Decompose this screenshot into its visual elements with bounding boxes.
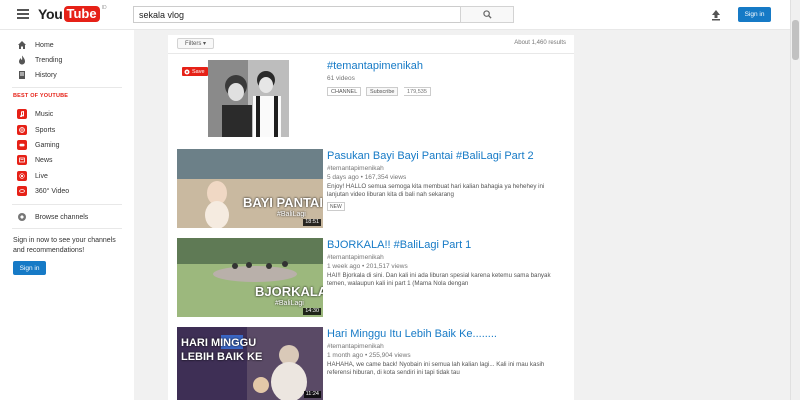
thumbnail-hashtag: #BaliLagi bbox=[277, 211, 306, 218]
result-title[interactable]: #temantapimenikah bbox=[327, 60, 423, 72]
sidebar-item-home[interactable]: Home bbox=[0, 38, 134, 52]
news-icon bbox=[17, 155, 27, 165]
result-meta: 5 days ago • 167,354 views bbox=[327, 174, 407, 181]
playlist-thumbnail[interactable] bbox=[208, 60, 289, 137]
search-bar bbox=[133, 6, 514, 23]
playlist-photo bbox=[208, 60, 289, 137]
masthead: You Tube ID Sign in bbox=[0, 0, 800, 30]
video-duration: 11:24 bbox=[303, 391, 321, 398]
video-thumbnail[interactable]: BAYI PANTAI #BaliLagi 18:51 bbox=[177, 149, 323, 228]
filters-button[interactable]: Filters ▾ bbox=[177, 38, 214, 49]
result-description: Enjoy! HALLO semua semoga kita membuat h… bbox=[327, 183, 545, 198]
scrollbar-thumb[interactable] bbox=[792, 20, 799, 60]
signin-button[interactable]: Sign in bbox=[738, 7, 771, 22]
result-meta: 1 month ago • 255,904 views bbox=[327, 352, 411, 359]
sidebar-signin-button[interactable]: Sign in bbox=[13, 261, 46, 275]
sidebar-item-360-video[interactable]: 360° Video bbox=[0, 184, 134, 198]
result-title[interactable]: Pasukan Bayi Bayi Pantai #BaliLagi Part … bbox=[327, 150, 534, 162]
result-meta: 1 week ago • 201,517 views bbox=[327, 263, 408, 270]
result-title[interactable]: Hari Minggu Itu Lebih Baik Ke........ bbox=[327, 328, 497, 340]
result-channel[interactable]: #temantapimenikah bbox=[327, 165, 384, 172]
search-icon bbox=[482, 10, 492, 19]
thumbnail-caption: HARI MINGGU bbox=[181, 337, 257, 349]
guide-menu-icon[interactable] bbox=[17, 9, 29, 19]
subscriber-count: 179,535 bbox=[404, 87, 431, 96]
sidebar-divider bbox=[12, 204, 122, 205]
sidebar-item-sports[interactable]: Sports bbox=[0, 123, 134, 137]
home-icon bbox=[17, 40, 27, 50]
sidebar-item-gaming[interactable]: Gaming bbox=[0, 138, 134, 152]
thumbnail-caption: BAYI PANTAI bbox=[243, 195, 323, 210]
youtube-logo[interactable]: You Tube ID bbox=[38, 5, 107, 22]
result-description: HAI!! Bjorkala di sini. Dan kali ini ada… bbox=[327, 272, 551, 287]
search-input[interactable] bbox=[133, 6, 460, 23]
thumbnail-caption: BJORKALA bbox=[255, 284, 323, 299]
result-description: HAHAHA, we came back! Nyobain ini semua … bbox=[327, 361, 545, 376]
sidebar-item-music[interactable]: Music bbox=[0, 107, 134, 121]
subscribe-button[interactable]: Subscribe bbox=[366, 87, 399, 96]
sidebar-divider bbox=[12, 228, 122, 229]
results-divider bbox=[168, 53, 574, 54]
gaming-icon bbox=[17, 140, 27, 150]
sidebar-divider bbox=[12, 87, 122, 88]
search-results: Filters ▾ About 1,460 results Save #tema… bbox=[168, 35, 574, 400]
trending-icon bbox=[17, 55, 27, 65]
live-icon bbox=[17, 171, 27, 181]
browse-channels-icon bbox=[17, 212, 27, 222]
result-title[interactable]: BJORKALA!! #BaliLagi Part 1 bbox=[327, 239, 471, 251]
thumbnail-hashtag: #BaliLagi bbox=[275, 300, 304, 307]
video-thumbnail[interactable]: HARI MINGGU LEBIH BAIK KE 11:24 bbox=[177, 327, 323, 400]
guide-sidebar: Home Trending History BEST OF YOUTUBE Mu… bbox=[0, 30, 134, 400]
result-meta: 61 videos bbox=[327, 75, 355, 82]
video-360-icon bbox=[17, 186, 27, 196]
music-icon bbox=[17, 109, 27, 119]
signin-prompt: Sign in now to see your channels and rec… bbox=[13, 237, 116, 254]
new-badge: NEW bbox=[327, 202, 345, 211]
video-duration: 18:51 bbox=[303, 219, 321, 226]
save-icon bbox=[184, 69, 190, 74]
sidebar-item-news[interactable]: News bbox=[0, 153, 134, 167]
page-scrollbar[interactable] bbox=[790, 0, 800, 400]
sidebar-item-history[interactable]: History bbox=[0, 68, 134, 82]
sidebar-item-browse-channels[interactable]: Browse channels bbox=[0, 210, 134, 224]
section-title-best-of-youtube: BEST OF YOUTUBE bbox=[13, 93, 69, 99]
result-channel[interactable]: #temantapimenikah bbox=[327, 343, 384, 350]
history-icon bbox=[17, 70, 27, 80]
upload-icon[interactable] bbox=[708, 7, 724, 23]
video-thumbnail[interactable]: BJORKALA #BaliLagi 14:30 bbox=[177, 238, 323, 317]
channel-tag: CHANNEL bbox=[327, 87, 362, 96]
search-button[interactable] bbox=[460, 6, 514, 23]
thumbnail-caption-line2: LEBIH BAIK KE bbox=[181, 351, 263, 363]
sports-icon bbox=[17, 125, 27, 135]
results-count: About 1,460 results bbox=[514, 40, 566, 46]
video-duration: 14:30 bbox=[303, 308, 321, 315]
sidebar-item-live[interactable]: Live bbox=[0, 169, 134, 183]
save-button[interactable]: Save bbox=[182, 67, 208, 76]
sidebar-item-trending[interactable]: Trending bbox=[0, 53, 134, 67]
result-channel[interactable]: #temantapimenikah bbox=[327, 254, 384, 261]
